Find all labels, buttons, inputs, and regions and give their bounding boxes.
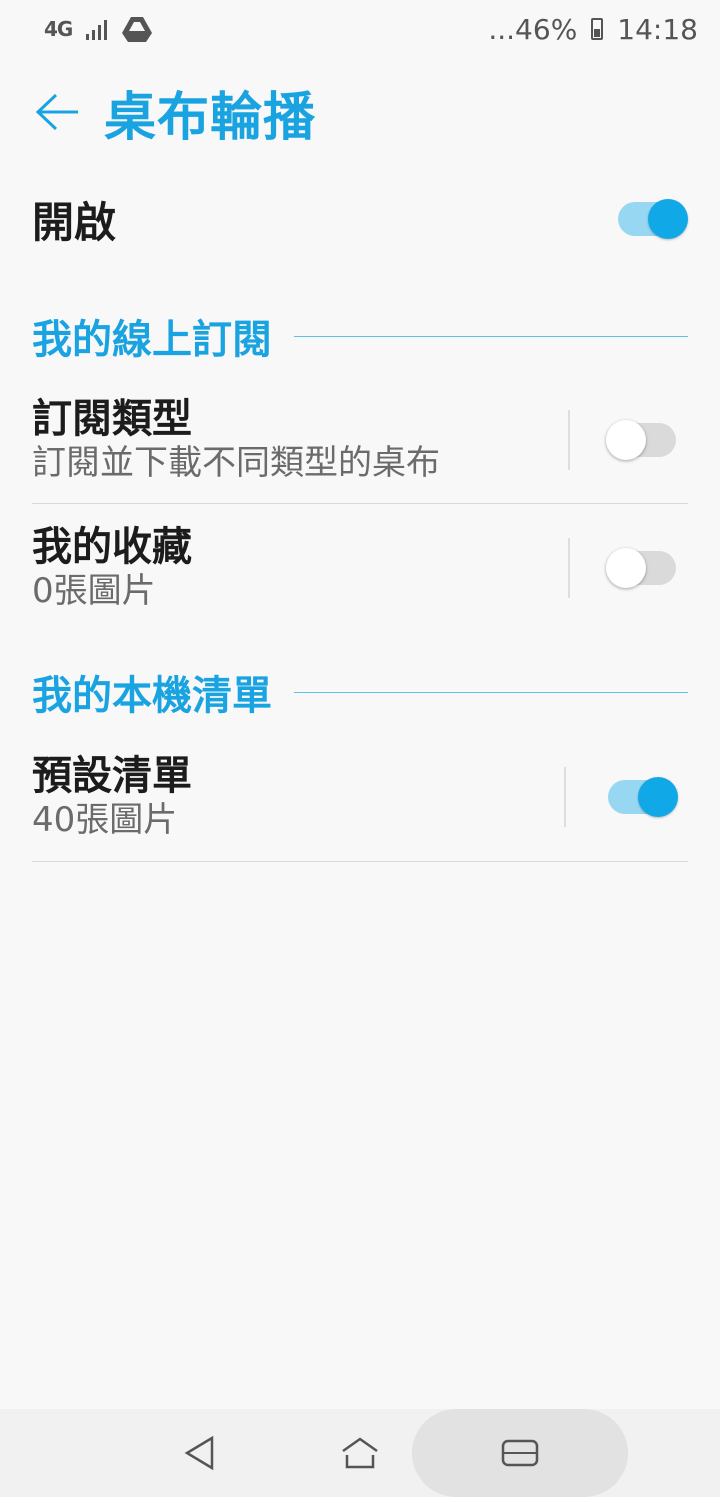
status-left: 4G bbox=[44, 15, 153, 43]
vertical-divider bbox=[568, 538, 570, 598]
status-right: ...46% 14:18 bbox=[488, 13, 698, 46]
vertical-divider bbox=[564, 766, 566, 827]
status-bar: 4G ...46% 14:18 bbox=[0, 0, 720, 58]
app-bar: 桌布輪播 bbox=[0, 72, 720, 152]
toggle-thumb bbox=[638, 776, 678, 817]
item-subtitle: 40張圖片 bbox=[32, 799, 178, 840]
toggle-thumb bbox=[606, 419, 646, 460]
item-title: 預設清單 bbox=[32, 752, 192, 799]
subscription-types-switch[interactable] bbox=[606, 419, 678, 460]
network-type: 4G bbox=[44, 17, 73, 41]
section-divider bbox=[294, 335, 688, 337]
master-toggle-label: 開啟 bbox=[32, 197, 117, 247]
nav-recent-button[interactable] bbox=[480, 1409, 560, 1497]
item-texts: 訂閱類型 訂閱並下載不同類型的桌布 bbox=[32, 396, 568, 484]
default-list-switch[interactable] bbox=[602, 776, 678, 817]
list-item-default-list[interactable]: 預設清單 40張圖片 bbox=[32, 732, 688, 862]
item-title: 我的收藏 bbox=[32, 524, 192, 570]
item-texts: 我的收藏 0張圖片 bbox=[32, 524, 568, 612]
navigation-bar bbox=[0, 1409, 720, 1497]
section-divider bbox=[294, 691, 688, 693]
item-texts: 預設清單 40張圖片 bbox=[32, 753, 564, 841]
section-title: 我的本機清單 bbox=[32, 673, 272, 719]
list-item-subscription-types[interactable]: 訂閱類型 訂閱並下載不同類型的桌布 bbox=[32, 376, 688, 504]
arrow-left-icon bbox=[35, 93, 78, 131]
section-title: 我的線上訂閱 bbox=[32, 317, 272, 363]
item-subtitle: 0張圖片 bbox=[32, 571, 156, 611]
toggle-thumb bbox=[606, 548, 646, 588]
drive-icon bbox=[122, 17, 153, 42]
vertical-divider bbox=[568, 409, 570, 470]
master-toggle-row[interactable]: 開啟 bbox=[0, 172, 720, 266]
favorites-switch[interactable] bbox=[606, 548, 678, 588]
recent-apps-icon bbox=[501, 1439, 539, 1467]
home-icon bbox=[342, 1437, 378, 1469]
signal-icon bbox=[86, 18, 108, 40]
nav-back-button[interactable] bbox=[160, 1409, 240, 1497]
list-item-favorites[interactable]: 我的收藏 0張圖片 bbox=[32, 504, 688, 632]
back-triangle-icon bbox=[184, 1435, 214, 1471]
battery-percent: ...46% bbox=[488, 12, 578, 46]
back-button[interactable] bbox=[12, 72, 102, 152]
item-subtitle: 訂閱並下載不同類型的桌布 bbox=[32, 442, 440, 483]
toggle-thumb bbox=[648, 199, 688, 239]
item-title: 訂閱類型 bbox=[32, 395, 192, 442]
section-header-local: 我的本機清單 bbox=[32, 662, 688, 722]
section-header-online: 我的線上訂閱 bbox=[32, 306, 688, 366]
clock: 14:18 bbox=[617, 12, 698, 46]
nav-home-button[interactable] bbox=[320, 1409, 400, 1497]
battery-icon bbox=[591, 18, 604, 40]
master-toggle-switch[interactable] bbox=[612, 199, 688, 239]
page-title: 桌布輪播 bbox=[104, 87, 317, 148]
